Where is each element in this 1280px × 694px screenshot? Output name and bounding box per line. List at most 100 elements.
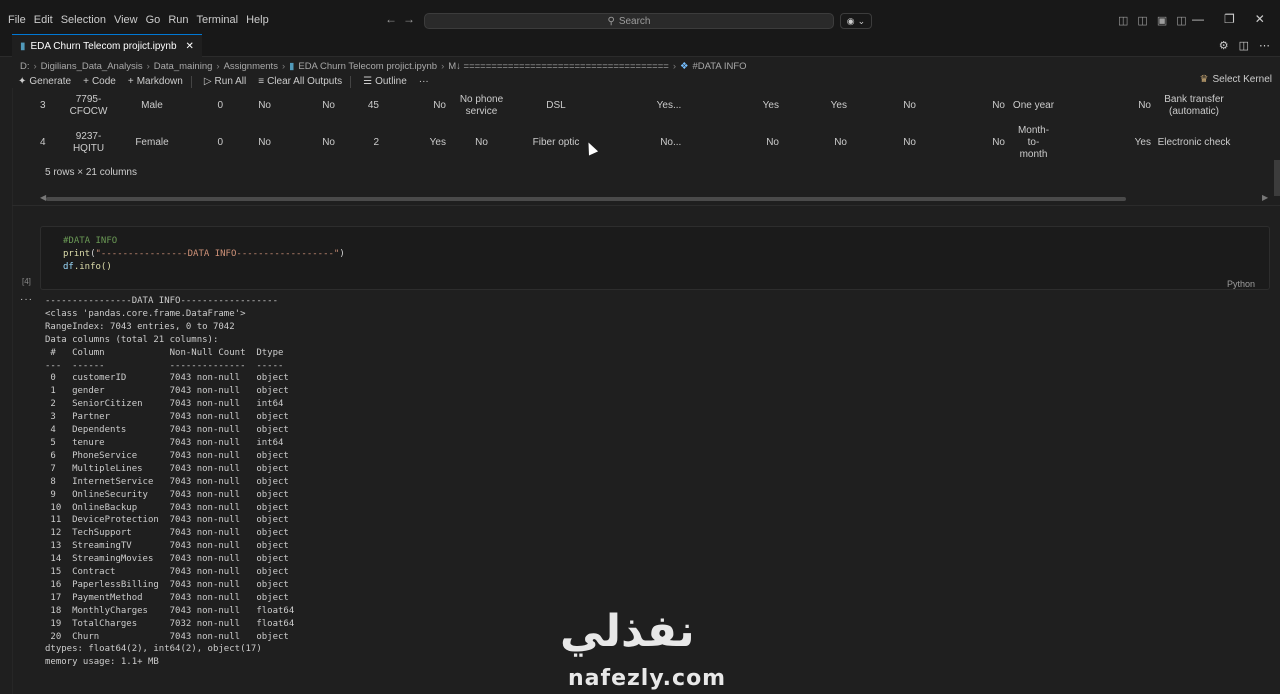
add-code-button[interactable]: + Code bbox=[83, 76, 116, 87]
clear-outputs-button[interactable]: ≡ Clear All Outputs bbox=[258, 76, 342, 87]
gear-icon[interactable]: ⚙ bbox=[1219, 39, 1229, 52]
breadcrumb-file[interactable]: EDA Churn Telecom projict.ipynb bbox=[298, 61, 437, 72]
select-kernel-button[interactable]: ♛ Select Kernel bbox=[1200, 74, 1272, 85]
table-row: 4 9237- HQITU Female 0 No No 2 Yes No Fiber optic… bbox=[40, 124, 1237, 158]
menu-run[interactable]: Run bbox=[164, 14, 192, 26]
add-markdown-button[interactable]: + Markdown bbox=[128, 76, 183, 87]
generate-label: Generate bbox=[29, 76, 72, 87]
table-cell: No bbox=[258, 137, 271, 148]
code-editor[interactable]: #DATA INFO print("----------------DATA I… bbox=[63, 235, 345, 274]
menu-help[interactable]: Help bbox=[242, 14, 273, 26]
breadcrumb-markdown-heading[interactable]: M↓ ===================================== bbox=[448, 61, 669, 72]
menu-terminal[interactable]: Terminal bbox=[193, 14, 243, 26]
table-cell: 0 bbox=[217, 137, 223, 148]
table-cell: No bbox=[766, 137, 779, 148]
toolbar-divider bbox=[190, 75, 192, 88]
row-index-cell: 4 bbox=[40, 137, 46, 148]
table-cell: No bbox=[903, 137, 916, 148]
output-more-icon[interactable]: ··· bbox=[20, 294, 33, 305]
code-line-1: #DATA INFO bbox=[63, 235, 345, 248]
chevron-right-icon: › bbox=[216, 60, 220, 72]
more-actions-icon[interactable]: ⋯ bbox=[1259, 39, 1270, 52]
split-editor-icon[interactable]: ◫ bbox=[1239, 39, 1249, 52]
menu-selection[interactable]: Selection bbox=[57, 14, 110, 26]
code-df-var: df bbox=[63, 262, 74, 272]
breadcrumb-drive[interactable]: D: bbox=[20, 61, 30, 72]
chevron-right-icon: › bbox=[281, 60, 286, 72]
tab-title: EDA Churn Telecom projict.ipynb bbox=[30, 40, 177, 52]
back-arrow-icon[interactable]: ← bbox=[385, 12, 397, 26]
play-icon: ▷ bbox=[203, 76, 212, 87]
code-line-3: df.info() bbox=[63, 261, 345, 274]
table-cell: DSL bbox=[546, 100, 566, 111]
copilot-button[interactable]: ◉ ⌄ bbox=[840, 13, 872, 29]
customize-layout-icon[interactable]: ◫ bbox=[1118, 14, 1128, 27]
table-cell: No bbox=[322, 137, 335, 148]
vertical-scroll-thumb[interactable] bbox=[1274, 160, 1280, 196]
cell-divider bbox=[12, 205, 1280, 206]
breadcrumb-cell[interactable]: #DATA INFO bbox=[693, 61, 747, 72]
breadcrumb-folder-2[interactable]: Data_maining bbox=[154, 61, 213, 72]
table-cell: 0 bbox=[217, 100, 223, 111]
toggle-panel-icon[interactable]: ▣ bbox=[1157, 14, 1167, 27]
row-index-cell: 3 bbox=[40, 100, 46, 111]
scroll-right-icon[interactable]: ▶ bbox=[1262, 193, 1268, 202]
code-info-call: .info() bbox=[73, 262, 112, 272]
tab-close-icon[interactable]: ✕ bbox=[186, 41, 194, 52]
outline-label: Outline bbox=[375, 76, 407, 87]
run-all-label: Run All bbox=[214, 76, 247, 87]
generate-button[interactable]: ✦ Generate bbox=[18, 76, 71, 87]
menu-edit[interactable]: Edit bbox=[30, 14, 57, 26]
breadcrumb-folder-1[interactable]: Digilians_Data_Analysis bbox=[41, 61, 143, 72]
menu-go[interactable]: Go bbox=[142, 14, 165, 26]
table-cell: Electronic check bbox=[1157, 137, 1231, 148]
code-string: "----------------DATA INFO--------------… bbox=[95, 249, 340, 259]
menu-view[interactable]: View bbox=[110, 14, 142, 26]
code-print-fn: print bbox=[63, 249, 91, 259]
window-controls: — ❐ ✕ bbox=[1192, 12, 1265, 26]
markdown-label: Markdown bbox=[136, 76, 183, 87]
breadcrumb: D: › Digilians_Data_Analysis › Data_main… bbox=[20, 59, 747, 73]
dataframe-output: 3 7795- CFOCW Male 0 No No 45 No No phone servic… bbox=[40, 88, 1270, 158]
table-cell: One year bbox=[1012, 100, 1055, 111]
scroll-left-icon[interactable]: ◀ bbox=[40, 193, 46, 202]
tab-bar: ▮ EDA Churn Telecom projict.ipynb ✕ ⚙ ◫ … bbox=[0, 34, 1280, 57]
kernel-icon: ♛ bbox=[1199, 74, 1209, 85]
chevron-right-icon: › bbox=[146, 60, 150, 72]
command-center-search[interactable]: ⚲ Search bbox=[424, 13, 834, 29]
restore-icon[interactable]: ❐ bbox=[1224, 12, 1235, 26]
table-cell: No bbox=[1138, 100, 1151, 111]
notebook-file-icon: ▮ bbox=[289, 60, 295, 72]
menu-file[interactable]: File bbox=[4, 14, 30, 26]
table-cell: 45 bbox=[367, 100, 379, 111]
copilot-icon: ◉ bbox=[846, 15, 855, 26]
toggle-secondary-sidebar-icon[interactable]: ◫ bbox=[1176, 14, 1186, 27]
close-icon[interactable]: ✕ bbox=[1255, 12, 1265, 26]
table-cell: Bank transfer (automatic) bbox=[1164, 94, 1224, 117]
minimize-icon[interactable]: — bbox=[1192, 12, 1204, 26]
forward-arrow-icon[interactable]: → bbox=[403, 12, 415, 26]
toolbar-divider bbox=[350, 75, 352, 88]
breadcrumb-folder-3[interactable]: Assignments bbox=[224, 61, 278, 72]
toggle-sidebar-icon[interactable]: ◫ bbox=[1137, 14, 1147, 27]
watermark-arabic: نفذلي bbox=[560, 606, 695, 657]
outline-button[interactable]: ☰ Outline bbox=[363, 76, 407, 87]
plus-icon: + bbox=[83, 76, 89, 87]
code-comment: #DATA INFO bbox=[63, 236, 118, 246]
table-cell: 7795- CFOCW bbox=[69, 94, 108, 117]
table-row: 3 7795- CFOCW Male 0 No No 45 No No phone servic… bbox=[40, 88, 1237, 124]
table-cell: No bbox=[322, 100, 335, 111]
plus-icon: + bbox=[127, 76, 134, 87]
table-cell: Female bbox=[135, 137, 169, 148]
table-cell: No bbox=[834, 137, 847, 148]
cell-language-label[interactable]: Python bbox=[1227, 279, 1255, 289]
table-cell: Yes bbox=[762, 100, 779, 111]
chevron-right-icon: › bbox=[441, 60, 445, 72]
tab-notebook[interactable]: ▮ EDA Churn Telecom projict.ipynb ✕ bbox=[12, 34, 202, 57]
horizontal-scroll-thumb[interactable] bbox=[46, 197, 1126, 201]
table-cell: No phone service bbox=[459, 94, 504, 117]
more-toolbar-button[interactable]: ··· bbox=[419, 76, 429, 87]
more-label: ··· bbox=[418, 76, 429, 87]
code-cell[interactable]: #DATA INFO print("----------------DATA I… bbox=[40, 226, 1270, 290]
run-all-button[interactable]: ▷ Run All bbox=[204, 76, 246, 87]
